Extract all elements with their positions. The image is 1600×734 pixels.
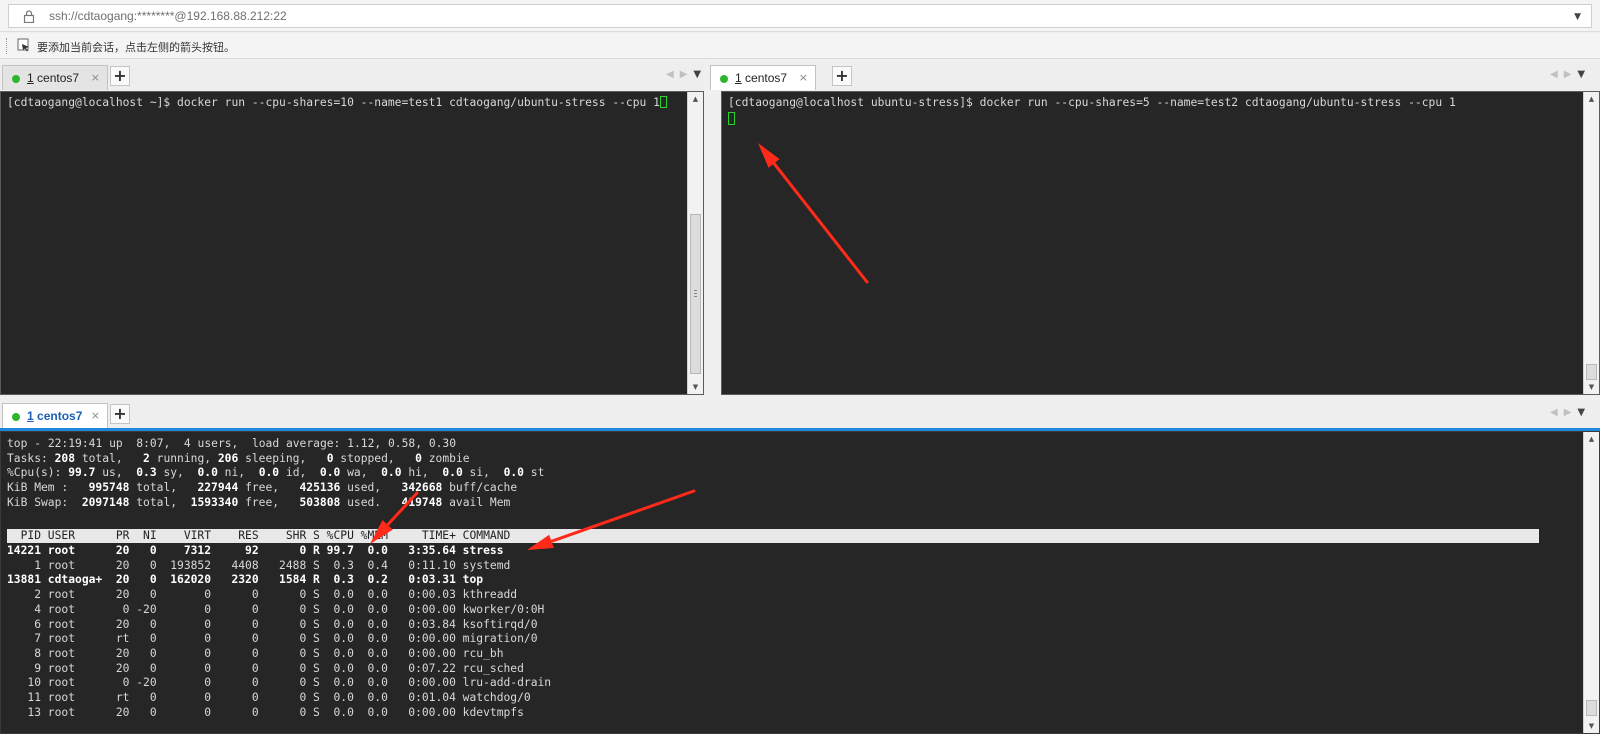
session-hint-text: 要添加当前会话，点击左侧的箭头按钮。 bbox=[37, 41, 235, 54]
terminal-command: [cdtaogang@localhost ubuntu-stress]$ doc… bbox=[728, 96, 1456, 109]
toolbar-grip[interactable] bbox=[6, 38, 8, 54]
terminal-top-right[interactable]: [cdtaogang@localhost ubuntu-stress]$ doc… bbox=[721, 91, 1600, 395]
connected-status-icon bbox=[720, 75, 728, 83]
process-table: 14221 root 20 0 7312 92 0 R 99.7 0.0 3:3… bbox=[7, 544, 551, 720]
address-url[interactable]: ssh://cdtaogang:********@192.168.88.212:… bbox=[49, 9, 287, 23]
add-tab-button[interactable]: + bbox=[110, 404, 130, 424]
tab-nav-arrows[interactable]: ◀▶▼ bbox=[666, 69, 701, 80]
process-table-header: PID USER PR NI VIRT RES SHR S %CPU %MEM … bbox=[7, 529, 1600, 543]
terminal-command: [cdtaogang@localhost ~]$ docker run --cp… bbox=[7, 96, 660, 109]
top-summary-line: top - 22:19:41 up 8:07, 4 users, load av… bbox=[7, 437, 457, 450]
process-row: 6 root 20 0 0 0 0 S 0.0 0.0 0:03.84 ksof… bbox=[7, 617, 538, 631]
terminal-top-left[interactable]: [cdtaogang@localhost ~]$ docker run --cp… bbox=[0, 91, 704, 395]
close-tab-icon[interactable]: × bbox=[799, 71, 808, 84]
lock-icon bbox=[23, 10, 35, 23]
top-summary: top - 22:19:41 up 8:07, 4 users, load av… bbox=[7, 437, 544, 511]
scroll-up-icon[interactable]: ▲ bbox=[1584, 432, 1599, 446]
process-row: 2 root 20 0 0 0 0 S 0.0 0.0 0:00.03 kthr… bbox=[7, 588, 518, 602]
tab-bar-bottom: 1 centos7 × + ◀▶▼ bbox=[0, 400, 1600, 428]
address-bar: ssh://cdtaogang:********@192.168.88.212:… bbox=[0, 0, 1600, 32]
tab-centos7-top-right[interactable]: 1 centos7 × bbox=[710, 65, 816, 90]
scroll-down-icon[interactable]: ▼ bbox=[1584, 380, 1599, 394]
address-dropdown-icon[interactable]: ▼ bbox=[1574, 12, 1581, 22]
process-row: 13881 cdtaoga+ 20 0 162020 2320 1584 R 0… bbox=[7, 573, 484, 587]
process-row: 11 root rt 0 0 0 0 S 0.0 0.0 0:01.04 wat… bbox=[7, 691, 531, 705]
terminal-cursor bbox=[659, 96, 667, 108]
scroll-thumb[interactable] bbox=[1586, 364, 1597, 380]
tab-nav-arrows[interactable]: ◀▶▼ bbox=[1550, 407, 1585, 418]
top-summary-line: KiB Swap: 2097148 total, 1593340 free, 5… bbox=[7, 495, 511, 509]
scrollbar[interactable]: ▲ ▼ bbox=[1583, 432, 1599, 733]
process-row: 9 root 20 0 0 0 0 S 0.0 0.0 0:07.22 rcu_… bbox=[7, 661, 524, 675]
connected-status-icon bbox=[12, 413, 20, 421]
process-row: 1 root 20 0 193852 4408 2488 S 0.3 0.4 0… bbox=[7, 558, 511, 572]
process-row: 13 root 20 0 0 0 0 S 0.0 0.0 0:00.00 kde… bbox=[7, 705, 524, 719]
scrollbar[interactable]: ▲ ▼ bbox=[687, 92, 703, 394]
tab-bar-top-right: 1 centos7 × + ◀▶▼ bbox=[708, 62, 1600, 90]
process-row: 4 root 0 -20 0 0 0 S 0.0 0.0 0:00.00 kwo… bbox=[7, 602, 545, 616]
terminal-cursor bbox=[728, 112, 735, 125]
scrollbar[interactable]: ▲ ▼ bbox=[1583, 92, 1599, 394]
connected-status-icon bbox=[12, 75, 20, 83]
tab-bar-top-left: 1 centos7 × + ◀▶▼ bbox=[0, 62, 704, 90]
scroll-down-icon[interactable]: ▼ bbox=[1584, 719, 1599, 733]
top-summary-line: Tasks: 208 total, 2 running, 206 sleepin… bbox=[7, 451, 470, 465]
scroll-thumb[interactable] bbox=[690, 214, 701, 374]
scroll-down-icon[interactable]: ▼ bbox=[688, 380, 703, 394]
tab-nav-arrows[interactable]: ◀▶▼ bbox=[1550, 69, 1585, 80]
process-row: 7 root rt 0 0 0 0 S 0.0 0.0 0:00.00 migr… bbox=[7, 632, 538, 646]
scroll-up-icon[interactable]: ▲ bbox=[688, 92, 703, 106]
address-box[interactable]: ssh://cdtaogang:********@192.168.88.212:… bbox=[8, 4, 1592, 28]
top-summary-line: KiB Mem : 995748 total, 227944 free, 425… bbox=[7, 481, 518, 495]
process-row: 14221 root 20 0 7312 92 0 R 99.7 0.0 3:3… bbox=[7, 544, 504, 557]
session-hint-bar: 要添加当前会话，点击左侧的箭头按钮。 bbox=[0, 33, 1600, 59]
top-summary-line: %Cpu(s): 99.7 us, 0.3 sy, 0.0 ni, 0.0 id… bbox=[7, 466, 545, 480]
add-tab-button[interactable]: + bbox=[110, 66, 130, 86]
terminal-bottom[interactable]: top - 22:19:41 up 8:07, 4 users, load av… bbox=[0, 431, 1600, 734]
tab-centos7-bottom[interactable]: 1 centos7 × bbox=[2, 403, 108, 428]
scroll-up-icon[interactable]: ▲ bbox=[1584, 92, 1599, 106]
process-row: 8 root 20 0 0 0 0 S 0.0 0.0 0:00.00 rcu_… bbox=[7, 646, 504, 660]
add-tab-button[interactable]: + bbox=[832, 66, 852, 86]
scroll-thumb[interactable] bbox=[1586, 700, 1597, 716]
add-session-arrow-icon[interactable] bbox=[17, 38, 31, 52]
close-tab-icon[interactable]: × bbox=[91, 71, 100, 84]
close-tab-icon[interactable]: × bbox=[91, 409, 100, 422]
process-row: 10 root 0 -20 0 0 0 S 0.0 0.0 0:00.00 lr… bbox=[7, 676, 552, 690]
tab-centos7-top-left[interactable]: 1 centos7 × bbox=[2, 65, 108, 90]
